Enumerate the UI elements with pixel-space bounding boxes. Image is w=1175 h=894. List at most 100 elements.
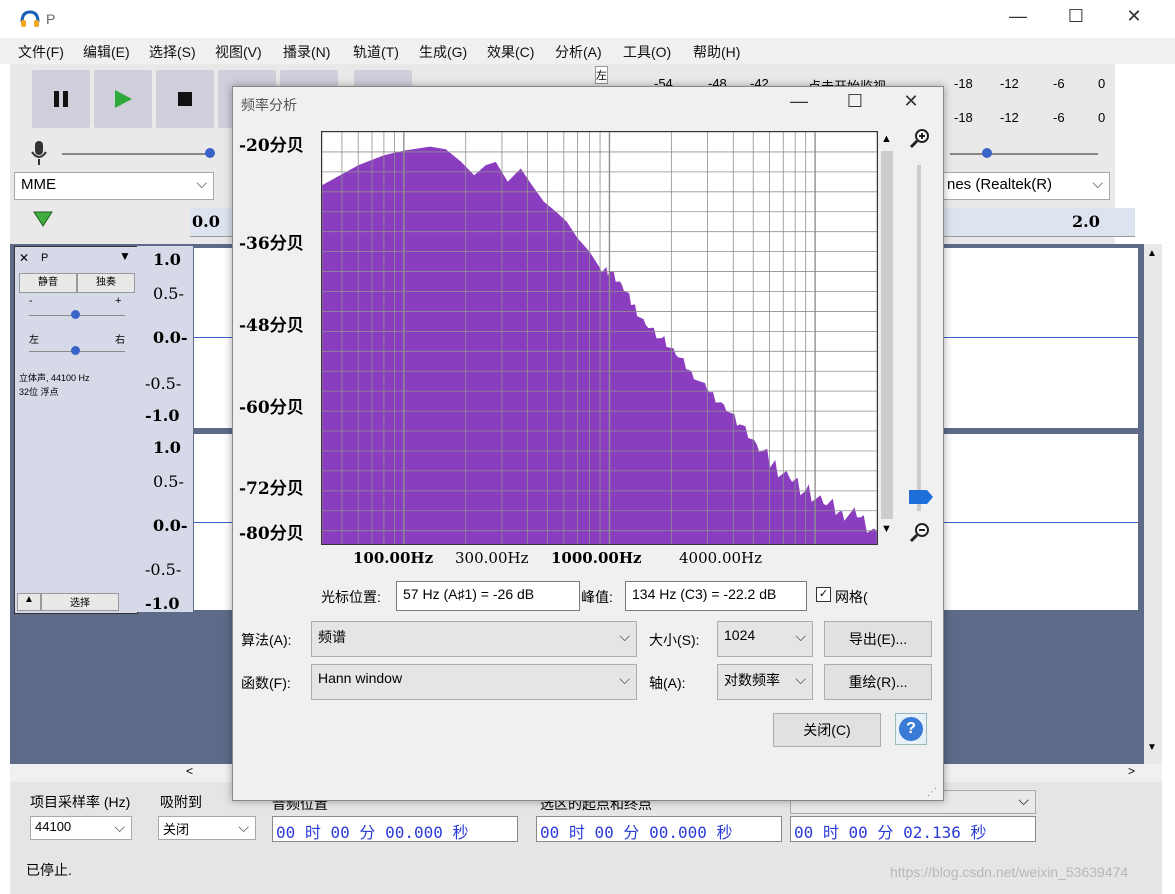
dialog-title: 频率分析	[241, 97, 297, 113]
status-bar-text: 已停止.	[26, 862, 72, 878]
close-icon[interactable]: ✕	[1116, 6, 1152, 30]
menu-bar: 文件(F) 编辑(E) 选择(S) 视图(V) 播录(N) 轨道(T) 生成(G…	[0, 38, 1175, 64]
track-control-panel: ✕ P ▼ 静音 独奏 - + 左 右 立体声, 44100 Hz 32位 浮点…	[14, 246, 138, 614]
gain-slider-thumb[interactable]	[71, 310, 80, 319]
menu-generate[interactable]: 生成(G)	[419, 42, 467, 62]
play-button[interactable]	[94, 70, 152, 128]
amplitude-scale: 1.0 0.5- 0.0- -0.5- -1.0 1.0 0.5- 0.0- -…	[137, 246, 193, 613]
export-button[interactable]: 导出(E)...	[824, 621, 932, 657]
stop-button[interactable]	[156, 70, 214, 128]
chevron-down-icon: ⌵	[795, 628, 806, 644]
chevron-down-icon: ⌵	[238, 819, 249, 835]
y-tick-label: -80分贝	[239, 524, 304, 544]
x-tick-label: 300.00Hz	[455, 549, 529, 567]
vertical-scrollbar[interactable]: ▲ ▼	[1144, 244, 1162, 764]
window-function-combo[interactable]: Hann window ⌵	[311, 664, 637, 700]
playback-volume-slider[interactable]	[950, 153, 1098, 155]
track-info-bits: 32位 浮点	[19, 387, 59, 397]
size-combo[interactable]: 1024 ⌵	[717, 621, 813, 657]
menu-file[interactable]: 文件(F)	[18, 42, 64, 62]
resize-grip-icon[interactable]: ⋰	[927, 787, 937, 798]
scroll-left-icon[interactable]: <	[186, 764, 193, 778]
solo-button[interactable]: 独奏	[77, 273, 135, 293]
x-tick-label: 1000.00Hz	[551, 549, 642, 567]
help-button[interactable]: ?	[895, 713, 927, 745]
mute-button[interactable]: 静音	[19, 273, 77, 293]
selection-start-time[interactable]: 00 时 00 分 00.000 秒	[536, 816, 782, 842]
menu-select[interactable]: 选择(S)	[149, 42, 196, 62]
menu-tracks[interactable]: 轨道(T)	[353, 42, 399, 62]
playback-volume-thumb[interactable]	[982, 148, 992, 158]
microphone-icon	[30, 140, 48, 169]
chevron-down-icon: ⌵	[196, 175, 207, 191]
menu-help[interactable]: 帮助(H)	[693, 42, 740, 62]
x-tick-label: 100.00Hz	[353, 549, 434, 567]
grid-label: 网格(	[835, 589, 868, 605]
plot-scroll-up-icon[interactable]: ▲	[881, 133, 892, 145]
y-tick-label: -36分贝	[239, 234, 304, 254]
menu-transport[interactable]: 播录(N)	[283, 42, 330, 62]
window-title: P	[46, 11, 56, 27]
audio-host-combo[interactable]: MME ⌵	[14, 172, 214, 200]
menu-tools[interactable]: 工具(O)	[623, 42, 671, 62]
playback-device-combo[interactable]: nes (Realtek(R) ⌵	[940, 172, 1110, 200]
pan-slider-thumb[interactable]	[71, 346, 80, 355]
y-tick-label: -60分贝	[239, 398, 304, 418]
spectrum-plot[interactable]	[321, 131, 878, 545]
dialog-minimize-icon[interactable]: —	[781, 91, 817, 115]
menu-effect[interactable]: 效果(C)	[487, 42, 534, 62]
frequency-analysis-dialog: 频率分析 — ☐ ✕ -20分贝 -36分贝 -48分贝 -60分贝 -72分贝…	[232, 86, 944, 801]
close-button[interactable]: 关闭(C)	[773, 713, 881, 747]
pause-button[interactable]	[32, 70, 90, 128]
recording-volume-slider[interactable]	[62, 153, 210, 155]
track-menu-chevron-icon[interactable]: ▼	[119, 249, 131, 263]
plot-vertical-scrollbar[interactable]	[881, 151, 893, 519]
chevron-down-icon: ⌵	[1092, 175, 1103, 191]
scroll-up-icon[interactable]: ▲	[1147, 248, 1157, 259]
selection-end-time[interactable]: 00 时 00 分 02.136 秒	[790, 816, 1036, 842]
dialog-close-icon[interactable]: ✕	[893, 91, 929, 115]
x-tick-label: 4000.00Hz	[679, 549, 763, 567]
algorithm-combo[interactable]: 频谱 ⌵	[311, 621, 637, 657]
peak-value-field[interactable]: 134 Hz (C3) = -22.2 dB	[625, 581, 807, 611]
cursor-value-field[interactable]: 57 Hz (A♯1) = -26 dB	[396, 581, 580, 611]
app-logo-icon	[20, 10, 40, 31]
snap-to-label: 吸附到	[160, 794, 202, 810]
menu-view[interactable]: 视图(V)	[215, 42, 262, 62]
spectrum-svg	[321, 131, 878, 544]
menu-analyze[interactable]: 分析(A)	[555, 42, 602, 62]
project-rate-combo[interactable]: 44100 ⌵	[30, 816, 132, 840]
pause-icon	[54, 91, 68, 107]
maximize-icon[interactable]: ☐	[1058, 6, 1094, 30]
title-bar: P — ☐ ✕	[0, 0, 1175, 38]
dialog-maximize-icon[interactable]: ☐	[837, 91, 873, 115]
project-rate-label: 项目采样率 (Hz)	[30, 794, 131, 810]
track-close-icon[interactable]: ✕	[19, 251, 29, 265]
size-label: 大小(S):	[649, 632, 700, 648]
select-track-button[interactable]: 选择	[41, 593, 119, 611]
menu-edit[interactable]: 编辑(E)	[83, 42, 130, 62]
zoom-in-icon[interactable]	[909, 127, 931, 152]
minimize-icon[interactable]: —	[1000, 6, 1036, 30]
chevron-down-icon: ⌵	[619, 671, 630, 687]
watermark-text: https://blog.csdn.net/weixin_53639474	[890, 864, 1129, 880]
algorithm-label: 算法(A):	[241, 632, 292, 648]
redraw-button[interactable]: 重绘(R)...	[824, 664, 932, 700]
snap-to-combo[interactable]: 关闭 ⌵	[158, 816, 256, 840]
scroll-right-icon[interactable]: >	[1128, 764, 1135, 778]
timeline-start-label: 0.0	[192, 212, 220, 231]
audio-position-time[interactable]: 00 时 00 分 00.000 秒	[272, 816, 518, 842]
timeline-play-icon[interactable]	[32, 210, 54, 231]
chevron-down-icon: ⌵	[795, 671, 806, 687]
recording-volume-thumb[interactable]	[205, 148, 215, 158]
collapse-track-icon[interactable]: ▲	[17, 593, 41, 611]
grid-checkbox[interactable]: ✓	[816, 587, 831, 602]
scroll-down-icon[interactable]: ▼	[1147, 742, 1157, 753]
zoom-slider[interactable]	[917, 165, 921, 511]
zoom-out-icon[interactable]	[909, 521, 931, 546]
axis-combo[interactable]: 对数频率 ⌵	[717, 664, 813, 700]
zoom-slider-thumb[interactable]	[909, 490, 933, 507]
plot-scroll-down-icon[interactable]: ▼	[881, 523, 892, 535]
track-name[interactable]: P	[41, 252, 48, 264]
help-icon: ?	[899, 717, 923, 741]
